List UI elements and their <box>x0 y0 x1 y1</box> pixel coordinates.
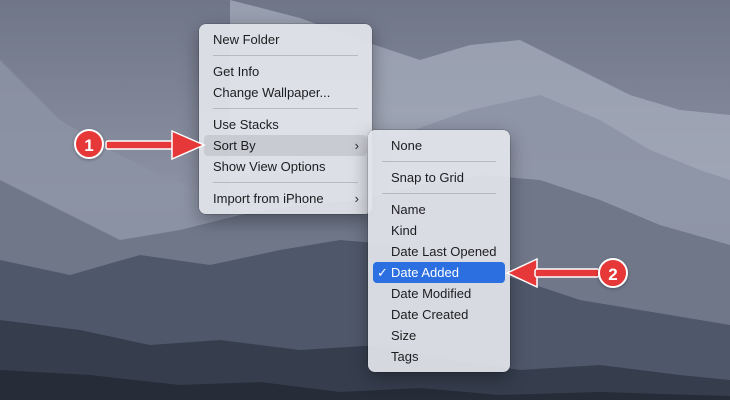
sort-option-date-created[interactable]: Date Created <box>373 304 505 325</box>
sort-option-date-added[interactable]: ✓ Date Added <box>373 262 505 283</box>
sort-option-tags[interactable]: Tags <box>373 346 505 367</box>
chevron-right-icon: › <box>354 191 359 206</box>
sort-by-submenu: None Snap to Grid Name Kind Date Last Op… <box>368 130 510 372</box>
menu-separator <box>213 182 358 183</box>
sort-option-size[interactable]: Size <box>373 325 505 346</box>
step-badge-2: 2 <box>598 258 628 288</box>
menu-item-label: Date Modified <box>391 286 472 301</box>
menu-item-show-view-options[interactable]: Show View Options <box>204 156 367 177</box>
menu-item-label: Import from iPhone <box>213 191 324 206</box>
menu-separator <box>213 108 358 109</box>
annotation-arrow-1 <box>105 129 206 161</box>
menu-separator <box>382 193 496 194</box>
menu-item-label: Kind <box>391 223 418 238</box>
menu-item-label: Show View Options <box>213 159 326 174</box>
menu-separator <box>213 55 358 56</box>
menu-item-label: Get Info <box>213 64 260 79</box>
menu-item-label: Sort By <box>213 138 256 153</box>
menu-item-change-wallpaper[interactable]: Change Wallpaper... <box>204 82 367 103</box>
menu-separator <box>382 161 496 162</box>
menu-item-label: Snap to Grid <box>391 170 464 185</box>
menu-item-import-from-iphone[interactable]: Import from iPhone › <box>204 188 367 209</box>
sort-option-kind[interactable]: Kind <box>373 220 505 241</box>
sort-option-name[interactable]: Name <box>373 199 505 220</box>
checkmark-icon: ✓ <box>377 265 388 280</box>
menu-item-sort-by[interactable]: Sort By › <box>204 135 367 156</box>
chevron-right-icon: › <box>354 138 359 153</box>
sort-option-date-last-opened[interactable]: Date Last Opened <box>373 241 505 262</box>
menu-item-label: Date Created <box>391 307 469 322</box>
sort-option-snap-to-grid[interactable]: Snap to Grid <box>373 167 505 188</box>
menu-item-new-folder[interactable]: New Folder <box>204 29 367 50</box>
sort-option-none[interactable]: None <box>373 135 505 156</box>
menu-item-get-info[interactable]: Get Info <box>204 61 367 82</box>
menu-item-use-stacks[interactable]: Use Stacks <box>204 114 367 135</box>
desktop-context-menu: New Folder Get Info Change Wallpaper... … <box>199 24 372 214</box>
menu-item-label: Size <box>391 328 417 343</box>
menu-item-label: Date Added <box>391 265 459 280</box>
sort-option-date-modified[interactable]: Date Modified <box>373 283 505 304</box>
menu-item-label: Tags <box>391 349 419 364</box>
menu-item-label: New Folder <box>213 32 280 47</box>
menu-item-label: Date Last Opened <box>391 244 497 259</box>
menu-item-label: Name <box>391 202 426 217</box>
menu-item-label: Use Stacks <box>213 117 279 132</box>
step-badge-1: 1 <box>74 129 104 159</box>
annotation-arrow-2 <box>505 257 600 289</box>
menu-item-label: Change Wallpaper... <box>213 85 331 100</box>
menu-item-label: None <box>391 138 423 153</box>
